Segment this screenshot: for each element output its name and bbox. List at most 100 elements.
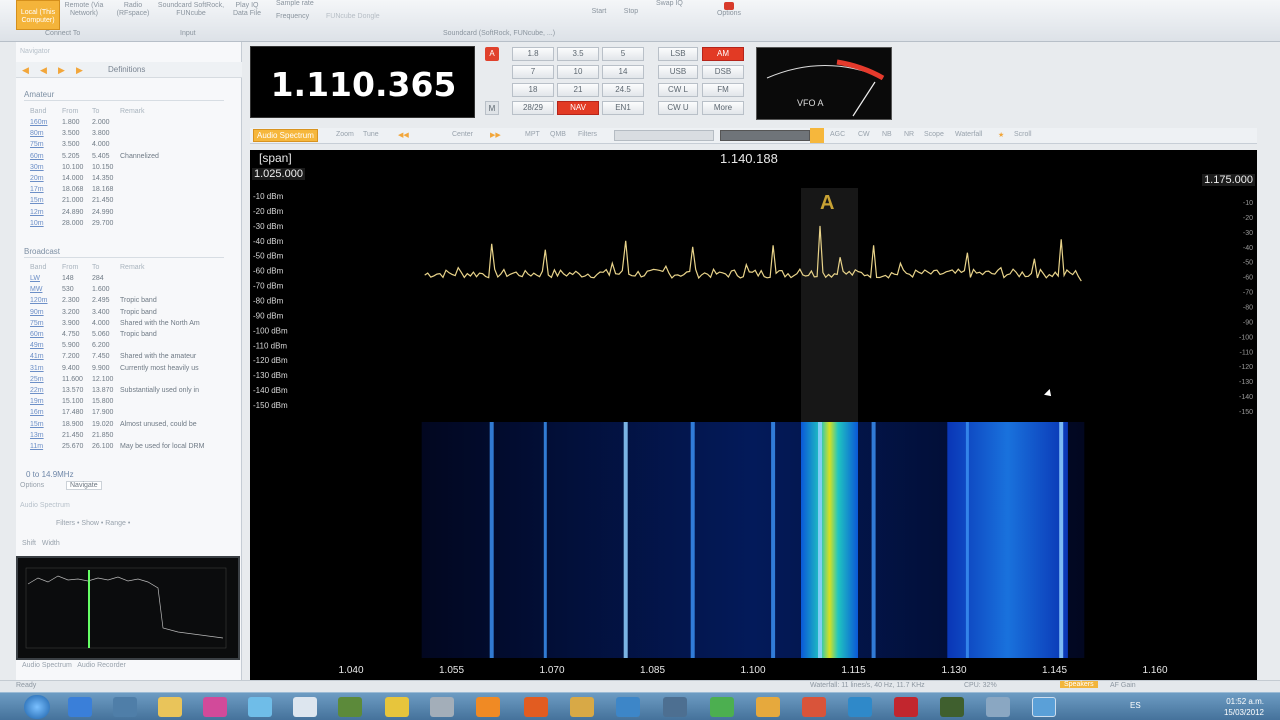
- band-band[interactable]: 75m: [30, 320, 44, 327]
- vlc-icon[interactable]: [476, 697, 500, 717]
- band-row[interactable]: 31m 9.400 9.900 Currently most heavily us: [30, 365, 240, 376]
- remote-network-button[interactable]: Remote (Via Network): [62, 2, 106, 30]
- spectrum-display[interactable]: [span] 1.140.188 1.025.000 1.175.000 -10…: [250, 150, 1257, 680]
- local-computer-button[interactable]: Local (This Computer): [16, 0, 60, 30]
- network-icon[interactable]: [616, 697, 640, 717]
- band-band[interactable]: 41m: [30, 353, 44, 360]
- band-band[interactable]: 120m: [30, 297, 48, 304]
- band-band[interactable]: 10m: [30, 220, 44, 227]
- swap-iq-checkbox[interactable]: Swap IQ: [656, 0, 683, 7]
- vfo-frequency[interactable]: 1.110.365: [251, 65, 476, 104]
- folder2-icon[interactable]: [385, 697, 409, 717]
- band-button[interactable]: 24.5: [602, 83, 644, 97]
- tune-right-icon[interactable]: ▶▶: [490, 131, 501, 139]
- cw-button[interactable]: CW: [858, 131, 870, 138]
- clock[interactable]: 01:52 a.m. 15/03/2012: [1224, 696, 1264, 718]
- mode-button[interactable]: LSB: [658, 47, 698, 61]
- band-row[interactable]: 60m 4.750 5.060 Tropic band: [30, 331, 240, 342]
- tab-options[interactable]: Options: [20, 482, 44, 489]
- mode-button[interactable]: DSB: [702, 65, 744, 79]
- folder-icon[interactable]: [158, 697, 182, 717]
- nr-button[interactable]: NR: [904, 131, 914, 138]
- band-row[interactable]: 120m 2.300 2.495 Tropic band: [30, 297, 240, 308]
- app-icon[interactable]: [802, 697, 826, 717]
- chat-icon[interactable]: [248, 697, 272, 717]
- definitions-button[interactable]: Definitions: [108, 65, 145, 74]
- scroll-icon[interactable]: ★: [998, 131, 1004, 139]
- language-indicator[interactable]: ES: [1130, 701, 1141, 710]
- tuning-slider[interactable]: [614, 130, 714, 141]
- frequency-select[interactable]: FUNcube Dongle: [326, 13, 380, 20]
- band-band[interactable]: 19m: [30, 398, 44, 405]
- band-band[interactable]: 49m: [30, 342, 44, 349]
- play-iq-button[interactable]: Play IQ Data File: [228, 2, 266, 30]
- band-row[interactable]: 11m 25.670 26.100 May be used for local DRM: [30, 443, 240, 454]
- mode-button[interactable]: CW U: [658, 101, 698, 115]
- back2-arrow-icon[interactable]: ◀: [40, 65, 54, 75]
- start-orb-icon[interactable]: [24, 695, 50, 719]
- explorer-icon[interactable]: [113, 697, 137, 717]
- band-band[interactable]: MW: [30, 286, 42, 293]
- notepad-icon[interactable]: [293, 697, 317, 717]
- band-button[interactable]: 28/29: [512, 101, 554, 115]
- mode-button[interactable]: CW L: [658, 83, 698, 97]
- back-arrow-icon[interactable]: ◀: [22, 65, 36, 75]
- nb-button[interactable]: NB: [882, 131, 892, 138]
- band-button[interactable]: 21: [557, 83, 599, 97]
- media-icon[interactable]: [203, 697, 227, 717]
- band-button[interactable]: EN1: [602, 101, 644, 115]
- tab-audio-spectrum[interactable]: Audio Spectrum: [253, 129, 318, 142]
- tune-button[interactable]: Tune: [363, 131, 379, 138]
- waterfall-button[interactable]: Waterfall: [955, 131, 982, 138]
- band-row[interactable]: 80m 3.500 3.800: [30, 130, 240, 141]
- band-row[interactable]: 75m 3.500 4.000: [30, 141, 240, 152]
- band-row[interactable]: 49m 5.900 6.200: [30, 342, 240, 353]
- band-band[interactable]: 22m: [30, 387, 44, 394]
- mode-button[interactable]: FM: [702, 83, 744, 97]
- media-player-icon[interactable]: [663, 697, 687, 717]
- audio-tabs[interactable]: Filters • Show • Range •: [56, 520, 130, 527]
- mode-button[interactable]: USB: [658, 65, 698, 79]
- scroll-button[interactable]: Scroll: [1014, 131, 1032, 138]
- band-row[interactable]: 12m 24.890 24.990: [30, 209, 240, 220]
- band-band[interactable]: 30m: [30, 164, 44, 171]
- ie-icon[interactable]: [68, 697, 92, 717]
- forward2-arrow-icon[interactable]: ▶: [76, 65, 90, 75]
- broadcast-section-head[interactable]: Broadcast: [24, 247, 224, 258]
- memory-button[interactable]: M: [485, 101, 499, 115]
- slider-handle[interactable]: [810, 128, 824, 143]
- band-row[interactable]: 30m 10.100 10.150: [30, 164, 240, 175]
- grid-app-icon[interactable]: [940, 697, 964, 717]
- forward-arrow-icon[interactable]: ▶: [58, 65, 72, 75]
- band-row[interactable]: 90m 3.200 3.400 Tropic band: [30, 309, 240, 320]
- start-button[interactable]: Start: [588, 2, 610, 30]
- band-band[interactable]: 25m: [30, 376, 44, 383]
- speakers-button[interactable]: Speakers: [1060, 681, 1098, 688]
- band-band[interactable]: 90m: [30, 309, 44, 316]
- band-band[interactable]: 15m: [30, 197, 44, 204]
- soundcard-button[interactable]: Soundcard SoftRock, FUNcube: [156, 2, 226, 30]
- band-row[interactable]: 25m 11.600 12.100: [30, 376, 240, 387]
- audio-bottom-tabs[interactable]: Audio Spectrum Audio Recorder: [22, 662, 126, 669]
- band-row[interactable]: 75m 3.900 4.000 Shared with the North Am: [30, 320, 240, 331]
- amateur-section-head[interactable]: Amateur: [24, 90, 224, 101]
- band-row[interactable]: 22m 13.570 13.870 Substantially used only i…: [30, 387, 240, 398]
- band-row[interactable]: 15m 21.000 21.450: [30, 197, 240, 208]
- band-row[interactable]: 13m 21.450 21.850: [30, 432, 240, 443]
- band-button[interactable]: 18: [512, 83, 554, 97]
- filter-passband[interactable]: [801, 188, 858, 422]
- mode-button[interactable]: More: [702, 101, 744, 115]
- band-row[interactable]: 41m 7.200 7.450 Shared with the amateur: [30, 353, 240, 364]
- band-band[interactable]: 13m: [30, 432, 44, 439]
- qmb-button[interactable]: QMB: [550, 131, 566, 138]
- band-band[interactable]: 60m: [30, 153, 44, 160]
- vfo-a-button[interactable]: A: [485, 47, 499, 61]
- tune-left-icon[interactable]: ◀◀: [398, 131, 409, 139]
- band-band[interactable]: 16m: [30, 409, 44, 416]
- band-band[interactable]: 31m: [30, 365, 44, 372]
- zoom-button[interactable]: Zoom: [336, 131, 354, 138]
- band-row[interactable]: 60m 5.205 5.405 Channelized: [30, 153, 240, 164]
- filters-button[interactable]: Filters: [578, 131, 597, 138]
- mpt-button[interactable]: MPT: [525, 131, 540, 138]
- firefox-icon[interactable]: [524, 697, 548, 717]
